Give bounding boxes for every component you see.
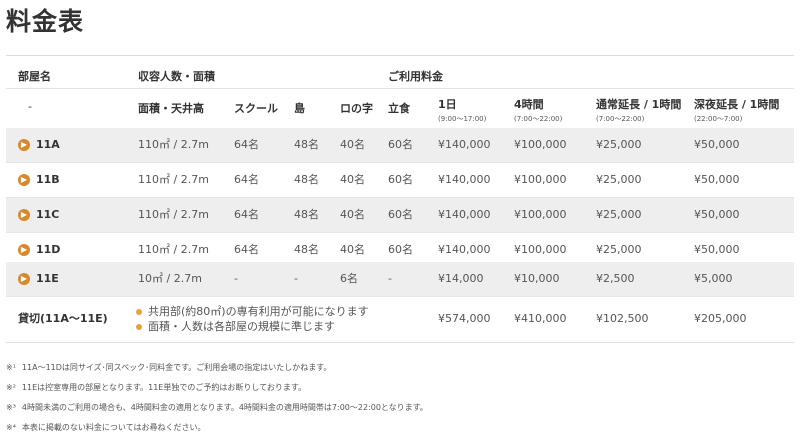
header-area: 面積・天井高 (138, 102, 204, 115)
header-room-placeholder: - (28, 100, 32, 113)
area-cell: 110㎡ / 2.7m (138, 173, 209, 186)
room-name: ▶ 11C (18, 198, 59, 232)
school-cell: 64名 (234, 208, 259, 221)
chevron-right-icon: ▶ (18, 139, 30, 151)
table-row: ▶ 11E 10㎡ / 2.7m - - 6名 - ¥14,000 ¥10,000… (6, 262, 794, 297)
header-day: 1日 (9:00～17:00) (438, 98, 487, 123)
bullet-dot-icon (136, 308, 142, 315)
footnote: ※³ 4時間未満のご利用の場合も、4時間料金の適用となります。4時間料金の適用時間… (6, 403, 428, 412)
chevron-right-icon: ▶ (18, 273, 30, 285)
footnote: ※² 11Eは控室専用の部屋となります。11E単独でのご予約はお断りしております。 (6, 383, 307, 392)
area-cell: 10㎡ / 2.7m (138, 272, 202, 285)
ext-normal-fee-cell: ¥102,500 (596, 312, 649, 325)
area-cell: 110㎡ / 2.7m (138, 138, 209, 151)
day-fee-cell: ¥574,000 (438, 312, 491, 325)
island-cell: 48名 (294, 138, 319, 151)
header-fee: ご利用料金 (388, 70, 443, 83)
four-hours-fee-cell: ¥10,000 (514, 272, 560, 285)
footnote: ※¹ 11A～11Dは同サイズ･同スペック･同料金です。ご利用会場の指定はいたしか… (6, 363, 332, 372)
header-four-hours: 4時間 (7:00～22:00) (514, 98, 563, 123)
island-cell: - (294, 272, 298, 285)
list-item: 面積・人数は各部屋の規模に準じます (136, 319, 369, 334)
page-title: 料金表 (6, 7, 85, 36)
ext-night-fee-cell: ¥205,000 (694, 312, 747, 325)
ext-night-fee-cell: ¥50,000 (694, 138, 740, 151)
island-cell: 48名 (294, 208, 319, 221)
header-island: 島 (294, 102, 305, 115)
standing-cell: 60名 (388, 173, 413, 186)
kashikiri-notes: 共用部(約80㎡)の専有利用が可能になります 面積・人数は各部屋の規模に準じます (136, 304, 369, 334)
room-name: ▶ 11E (18, 262, 59, 296)
school-cell: 64名 (234, 173, 259, 186)
list-item: 共用部(約80㎡)の専有利用が可能になります (136, 304, 369, 319)
ext-normal-fee-cell: ¥2,500 (596, 272, 635, 285)
table-row: ▶ 11C 110㎡ / 2.7m 64名 48名 40名 60名 ¥140,00… (6, 198, 794, 233)
header-standing: 立食 (388, 102, 410, 115)
four-hours-fee-cell: ¥100,000 (514, 138, 567, 151)
u-shape-cell: 40名 (340, 208, 365, 221)
title-divider (6, 55, 794, 56)
island-cell: 48名 (294, 173, 319, 186)
room-name: ▶ 11B (18, 163, 60, 197)
bullet-dot-icon (136, 323, 142, 330)
header-ext-night: 深夜延長 / 1時間 (22:00～7:00) (694, 98, 780, 123)
four-hours-fee-cell: ¥410,000 (514, 312, 567, 325)
standing-cell: 60名 (388, 138, 413, 151)
header-ext-normal: 通常延長 / 1時間 (7:00～22:00) (596, 98, 682, 123)
ext-normal-fee-cell: ¥25,000 (596, 173, 642, 186)
header-school: スクール (234, 102, 278, 115)
ext-normal-fee-cell: ¥25,000 (596, 138, 642, 151)
header-u-shape: ロの字 (340, 102, 373, 115)
ext-night-fee-cell: ¥50,000 (694, 208, 740, 221)
ext-normal-fee-cell: ¥25,000 (596, 208, 642, 221)
day-fee-cell: ¥14,000 (438, 272, 484, 285)
day-fee-cell: ¥140,000 (438, 173, 491, 186)
header-divider (6, 88, 794, 89)
day-fee-cell: ¥140,000 (438, 208, 491, 221)
footnote: ※⁴ 本表に掲載のない料金についてはお尋ねください。 (6, 423, 206, 432)
school-cell: - (234, 272, 238, 285)
table-row: ▶ 11B 110㎡ / 2.7m 64名 48名 40名 60名 ¥140,00… (6, 163, 794, 198)
school-cell: 64名 (234, 138, 259, 151)
ext-night-fee-cell: ¥5,000 (694, 272, 733, 285)
header-room-name: 部屋名 (18, 70, 51, 83)
table-row-kashikiri: 貸切(11A～11E) 共用部(約80㎡)の専有利用が可能になります 面積・人数… (6, 296, 794, 343)
kashikiri-label: 貸切(11A～11E) (18, 312, 108, 325)
standing-cell: - (388, 272, 392, 285)
chevron-right-icon: ▶ (18, 209, 30, 221)
u-shape-cell: 6名 (340, 272, 358, 285)
four-hours-fee-cell: ¥100,000 (514, 208, 567, 221)
standing-cell: 60名 (388, 208, 413, 221)
ext-night-fee-cell: ¥50,000 (694, 173, 740, 186)
room-name: ▶ 11A (18, 128, 60, 162)
u-shape-cell: 40名 (340, 138, 365, 151)
header-capacity-area: 収容人数・面積 (138, 70, 215, 83)
chevron-right-icon: ▶ (18, 174, 30, 186)
day-fee-cell: ¥140,000 (438, 138, 491, 151)
chevron-right-icon: ▶ (18, 244, 30, 256)
area-cell: 110㎡ / 2.7m (138, 208, 209, 221)
table-row: ▶ 11A 110㎡ / 2.7m 64名 48名 40名 60名 ¥140,00… (6, 128, 794, 163)
u-shape-cell: 40名 (340, 173, 365, 186)
four-hours-fee-cell: ¥100,000 (514, 173, 567, 186)
